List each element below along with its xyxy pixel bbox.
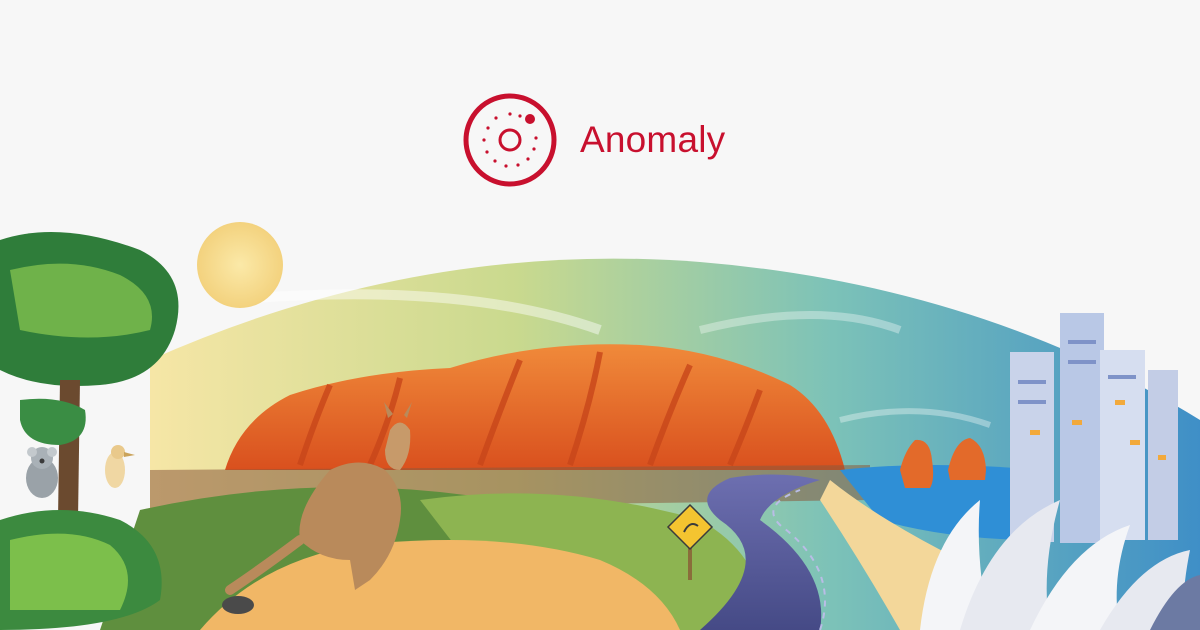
hero-banner: Anomaly	[0, 0, 1200, 630]
sun	[197, 222, 283, 308]
kookaburra	[105, 445, 135, 488]
echidna	[222, 596, 254, 614]
australia-landscape-illustration	[0, 222, 1200, 630]
small-tree	[20, 398, 86, 445]
koala	[26, 447, 58, 498]
